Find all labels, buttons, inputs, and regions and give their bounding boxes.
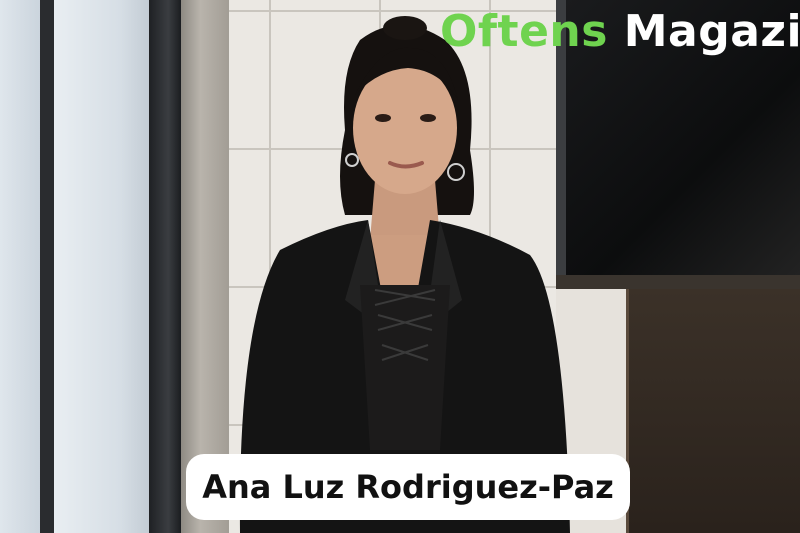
watermark-part-white: Magazi bbox=[623, 6, 800, 57]
caption-name: Ana Luz Rodriguez-Paz bbox=[202, 468, 614, 506]
photo-frame: Oftens Magazi Ana Luz Rodriguez-Paz bbox=[0, 0, 800, 533]
name-caption: Ana Luz Rodriguez-Paz bbox=[186, 454, 630, 520]
watermark-part-green: Oftens bbox=[440, 6, 608, 57]
site-watermark: Oftens Magazi bbox=[440, 6, 800, 58]
